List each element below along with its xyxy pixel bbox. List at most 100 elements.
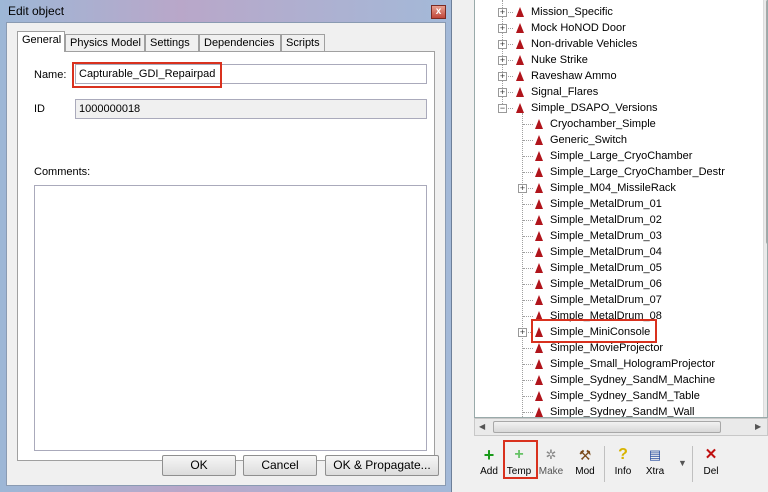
xtra-icon: ▤ [648,447,662,462]
tab-dependencies[interactable]: Dependencies [199,34,281,51]
tree-guide-line [523,380,533,381]
ok-propagate-button[interactable]: OK & Propagate... [325,455,439,476]
expander-icon[interactable]: + [518,184,527,193]
cancel-button[interactable]: Cancel [243,455,317,476]
tree-item[interactable]: Simple_Sydney_SandM_Table [475,388,763,404]
name-label: Name: [34,69,67,81]
tree-item[interactable]: Simple_MetalDrum_05 [475,260,763,276]
tab-physics-model[interactable]: Physics Model [65,34,145,51]
tree-item[interactable]: + Mock HoNOD Door [475,20,763,36]
tree-item[interactable]: Simple_MetalDrum_03 [475,228,763,244]
preset-icon [516,39,524,49]
xtra-dropdown-arrow-icon[interactable]: ▼ [678,458,687,468]
preset-icon [516,23,524,33]
expander-icon[interactable]: + [498,24,507,33]
preset-panel: ▼ + Mission_Specific + Mock HoNOD Door + Non-… [452,0,768,492]
expander-icon[interactable]: + [498,40,507,49]
info-button[interactable]: ? Info [608,444,638,484]
tree-item[interactable]: Simple_MetalDrum_01 [475,196,763,212]
tree-guide-line [523,124,533,125]
tree-item[interactable]: Simple_MetalDrum_06 [475,276,763,292]
tree-item[interactable]: Simple_MovieProjector [475,340,763,356]
general-tab-panel: Name: Capturable_GDI_Repairpad ID 100000… [17,51,435,461]
make-button[interactable]: ✲ Make [536,444,566,484]
tree-horizontal-scrollbar[interactable]: ◀ ▶ [474,418,768,436]
delete-x-icon: ✕ [704,446,718,463]
tree-item[interactable]: Simple_MetalDrum_07 [475,292,763,308]
tree-vertical-scrollbar[interactable]: ▼ [763,0,767,417]
make-icon: ✲ [545,447,557,462]
tree-item[interactable]: + Signal_Flares [475,84,763,100]
close-button[interactable]: x [431,5,446,19]
tree-item[interactable]: Simple_Sydney_SandM_Wall [475,404,763,417]
preset-icon [516,71,524,81]
preset-toolbar: + Add + Temp ✲ Make ⚒ Mod ? Info ▤ Xtra … [474,440,768,492]
tree-item-label: Simple_MetalDrum_01 [550,198,662,210]
add-button[interactable]: + Add [474,444,504,484]
mod-label: Mod [575,466,595,477]
tree-item[interactable]: Cryochamber_Simple [475,116,763,132]
scroll-right-arrow-icon[interactable]: ▶ [755,422,761,431]
tree-item[interactable]: − Simple_DSAPO_Versions [475,100,763,116]
preset-icon [535,183,543,193]
preset-icon [535,359,543,369]
ok-button[interactable]: OK [162,455,236,476]
comments-textarea[interactable] [34,185,427,451]
tree-item[interactable]: + Nuke Strike [475,52,763,68]
expander-icon[interactable]: + [498,56,507,65]
preset-icon [535,135,543,145]
dialog-body: General Physics Model Settings Dependenc… [6,22,446,486]
tab-settings[interactable]: Settings [145,34,199,51]
expander-icon[interactable]: + [498,88,507,97]
tree-item[interactable]: + Simple_M04_MissileRack [475,180,763,196]
expander-icon[interactable]: + [498,72,507,81]
preset-icon [535,247,543,257]
tree-item[interactable]: Simple_MetalDrum_04 [475,244,763,260]
preset-icon [516,103,524,113]
toolbar-separator [604,446,605,482]
tree-guide-line [523,364,533,365]
tree-horizontal-scroll-thumb[interactable] [493,421,721,433]
preset-tree[interactable]: ▼ + Mission_Specific + Mock HoNOD Door + Non-… [474,0,768,418]
tree-guide-line [523,268,533,269]
name-highlight-box [72,62,222,88]
tree-item[interactable]: Generic_Switch [475,132,763,148]
preset-icon [535,215,543,225]
xtra-label: Xtra [645,466,665,477]
tree-item[interactable]: Simple_Large_CryoChamber [475,148,763,164]
expander-icon[interactable]: − [498,104,507,113]
tree-item-label: Simple_MetalDrum_02 [550,214,662,226]
id-label: ID [34,103,45,115]
tree-item-label: Signal_Flares [531,86,599,98]
del-button[interactable]: ✕ Del [696,444,726,484]
tab-scripts[interactable]: Scripts [281,34,325,51]
tree-item-label: Simple_M04_MissileRack [550,182,676,194]
tree-item[interactable]: Simple_Large_CryoChamber_Destr [475,164,763,180]
tree-item-label: Nuke Strike [531,54,588,66]
xtra-button[interactable]: ▤ Xtra [640,444,670,484]
tree-item[interactable]: + Mission_Specific [475,4,763,20]
dialog-title: Edit object [8,4,65,18]
tree-item[interactable]: Simple_Sydney_SandM_Machine [475,372,763,388]
tree-guide-line [523,236,533,237]
expander-icon[interactable]: + [518,328,527,337]
tree-item-label: Non-drivable Vehicles [531,38,638,50]
scroll-left-arrow-icon[interactable]: ◀ [479,422,485,431]
tree-item[interactable]: + Raveshaw Ammo [475,68,763,84]
tree-item[interactable]: Simple_Small_HologramProjector [475,356,763,372]
preset-icon [535,407,543,417]
tree-item-label: Generic_Switch [550,134,628,146]
expander-icon[interactable]: + [498,8,507,17]
tree-item[interactable]: + Non-drivable Vehicles [475,36,763,52]
tree-guide-line [523,396,533,397]
mod-button[interactable]: ⚒ Mod [570,444,600,484]
dialog-titlebar[interactable]: Edit object x [0,0,452,22]
tab-general[interactable]: General [17,31,65,52]
tree-item[interactable]: Simple_MetalDrum_02 [475,212,763,228]
add-label: Add [480,466,498,477]
edit-object-dialog: Edit object x General Physics Model Sett… [0,0,452,492]
info-label: Info [614,466,632,477]
tree-item-label: Simple_MovieProjector [550,342,664,354]
tree-item-label: Simple_Large_CryoChamber [550,150,693,162]
preset-icon [535,167,543,177]
